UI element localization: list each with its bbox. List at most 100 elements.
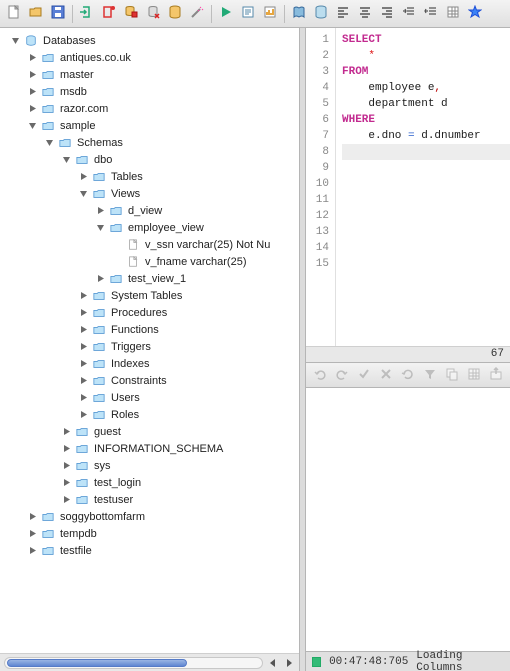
copy-button[interactable] <box>442 365 462 385</box>
undo-button[interactable] <box>310 365 330 385</box>
twisty-closed-icon[interactable] <box>27 545 38 556</box>
tree-item[interactable]: guest <box>57 423 299 440</box>
twisty-closed-icon[interactable] <box>27 511 38 522</box>
twisty-closed-icon[interactable] <box>78 290 89 301</box>
tree-item[interactable]: Views <box>74 185 299 202</box>
tree-item[interactable]: d_view <box>91 202 299 219</box>
tree-item[interactable]: v_fname varchar(25) <box>108 253 299 270</box>
scroll-right-icon[interactable] <box>283 657 295 669</box>
twisty-closed-icon[interactable] <box>78 358 89 369</box>
editor-horizontal-scrollbar[interactable]: 67 <box>306 346 510 362</box>
code-line[interactable] <box>342 176 510 192</box>
code-line[interactable]: SELECT <box>342 32 510 48</box>
code-line[interactable] <box>342 144 510 160</box>
tree-item[interactable]: Users <box>74 389 299 406</box>
tree-horizontal-scrollbar[interactable] <box>0 653 299 671</box>
tree-item[interactable]: Constraints <box>74 372 299 389</box>
code-line[interactable]: employee e, <box>342 80 510 96</box>
twisty-closed-icon[interactable] <box>27 69 38 80</box>
twisty-closed-icon[interactable] <box>78 409 89 420</box>
conn-in-button[interactable] <box>77 4 97 24</box>
code-line[interactable] <box>342 224 510 240</box>
twisty-open-icon[interactable] <box>44 137 55 148</box>
commit-button[interactable] <box>354 365 374 385</box>
tree-item[interactable]: tempdb <box>23 525 299 542</box>
wand-button[interactable] <box>187 4 207 24</box>
twisty-closed-icon[interactable] <box>27 52 38 63</box>
filter-button[interactable] <box>420 365 440 385</box>
code-line[interactable]: WHERE <box>342 112 510 128</box>
save-button[interactable] <box>48 4 68 24</box>
tree-item[interactable]: test_login <box>57 474 299 491</box>
indent-button[interactable] <box>399 4 419 24</box>
twisty-closed-icon[interactable] <box>27 86 38 97</box>
grid-button[interactable] <box>464 365 484 385</box>
tree-item[interactable]: master <box>23 66 299 83</box>
new-file-button[interactable] <box>4 4 24 24</box>
code-line[interactable] <box>342 192 510 208</box>
twisty-closed-icon[interactable] <box>78 324 89 335</box>
code-line[interactable] <box>342 256 510 272</box>
tree-item[interactable]: sample <box>23 117 299 134</box>
twisty-open-icon[interactable] <box>78 188 89 199</box>
twisty-closed-icon[interactable] <box>61 477 72 488</box>
tree-item[interactable]: soggybottomfarm <box>23 508 299 525</box>
scrollbar-thumb[interactable] <box>7 659 187 667</box>
code-line[interactable] <box>342 240 510 256</box>
tree-item[interactable]: employee_view <box>91 219 299 236</box>
tree-item[interactable]: Tables <box>74 168 299 185</box>
explain-button[interactable] <box>238 4 258 24</box>
grid-button[interactable] <box>443 4 463 24</box>
db-del-button[interactable] <box>143 4 163 24</box>
db-copy-button[interactable] <box>121 4 141 24</box>
twisty-closed-icon[interactable] <box>78 307 89 318</box>
tree-item[interactable]: Indexes <box>74 355 299 372</box>
tree-item[interactable]: Roles <box>74 406 299 423</box>
run-button[interactable] <box>216 4 236 24</box>
results-area[interactable] <box>306 388 510 651</box>
tree-item[interactable]: Triggers <box>74 338 299 355</box>
tree-item[interactable]: Procedures <box>74 304 299 321</box>
tree-item[interactable]: INFORMATION_SCHEMA <box>57 440 299 457</box>
twisty-closed-icon[interactable] <box>61 460 72 471</box>
twisty-closed-icon[interactable] <box>95 205 106 216</box>
star-button[interactable] <box>465 4 485 24</box>
tree-item[interactable]: dbo <box>57 151 299 168</box>
database-tree[interactable]: Databasesantiques.co.ukmastermsdbrazor.c… <box>0 28 299 653</box>
analyze-button[interactable] <box>260 4 280 24</box>
twisty-closed-icon[interactable] <box>78 341 89 352</box>
tree-item[interactable]: razor.com <box>23 100 299 117</box>
twisty-closed-icon[interactable] <box>27 528 38 539</box>
twisty-open-icon[interactable] <box>61 154 72 165</box>
outdent-button[interactable] <box>421 4 441 24</box>
code-line[interactable]: department d <box>342 96 510 112</box>
twisty-open-icon[interactable] <box>95 222 106 233</box>
code-line[interactable] <box>342 208 510 224</box>
align-left-button[interactable] <box>333 4 353 24</box>
code-line[interactable] <box>342 160 510 176</box>
twisty-closed-icon[interactable] <box>61 494 72 505</box>
code-line[interactable]: * <box>342 48 510 64</box>
twisty-closed-icon[interactable] <box>78 392 89 403</box>
tree-item[interactable]: sys <box>57 457 299 474</box>
tree-item[interactable]: testuser <box>57 491 299 508</box>
db-button[interactable] <box>165 4 185 24</box>
book-button[interactable] <box>289 4 309 24</box>
tree-item[interactable]: test_view_1 <box>91 270 299 287</box>
twisty-closed-icon[interactable] <box>61 426 72 437</box>
refresh-button[interactable] <box>398 365 418 385</box>
twisty-closed-icon[interactable] <box>78 171 89 182</box>
twisty-closed-icon[interactable] <box>27 103 38 114</box>
sql-editor[interactable]: 123456789101112131415 SELECT *FROM emplo… <box>306 28 510 346</box>
code-line[interactable]: e.dno = d.dnumber <box>342 128 510 144</box>
scroll-left-icon[interactable] <box>267 657 279 669</box>
redo-button[interactable] <box>332 365 352 385</box>
scrollbar-track[interactable] <box>4 657 263 669</box>
conn-out-button[interactable] <box>99 4 119 24</box>
db2-button[interactable] <box>311 4 331 24</box>
rollback-button[interactable] <box>376 365 396 385</box>
tree-item[interactable]: Schemas <box>40 134 299 151</box>
code-text-area[interactable]: SELECT *FROM employee e, department dWHE… <box>336 28 510 346</box>
tree-item[interactable]: v_ssn varchar(25) Not Nu <box>108 236 299 253</box>
export-button[interactable] <box>486 365 506 385</box>
